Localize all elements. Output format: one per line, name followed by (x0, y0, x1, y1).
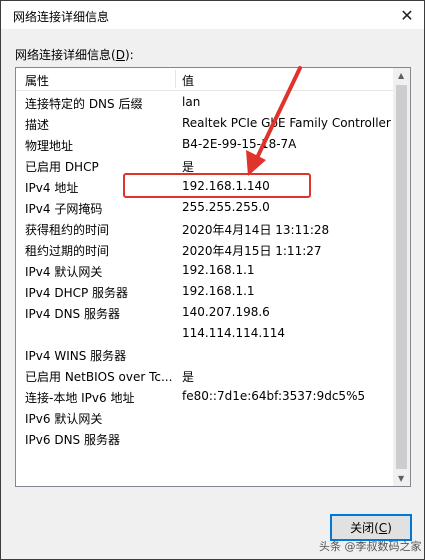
annotation-arrow-icon (246, 66, 302, 176)
